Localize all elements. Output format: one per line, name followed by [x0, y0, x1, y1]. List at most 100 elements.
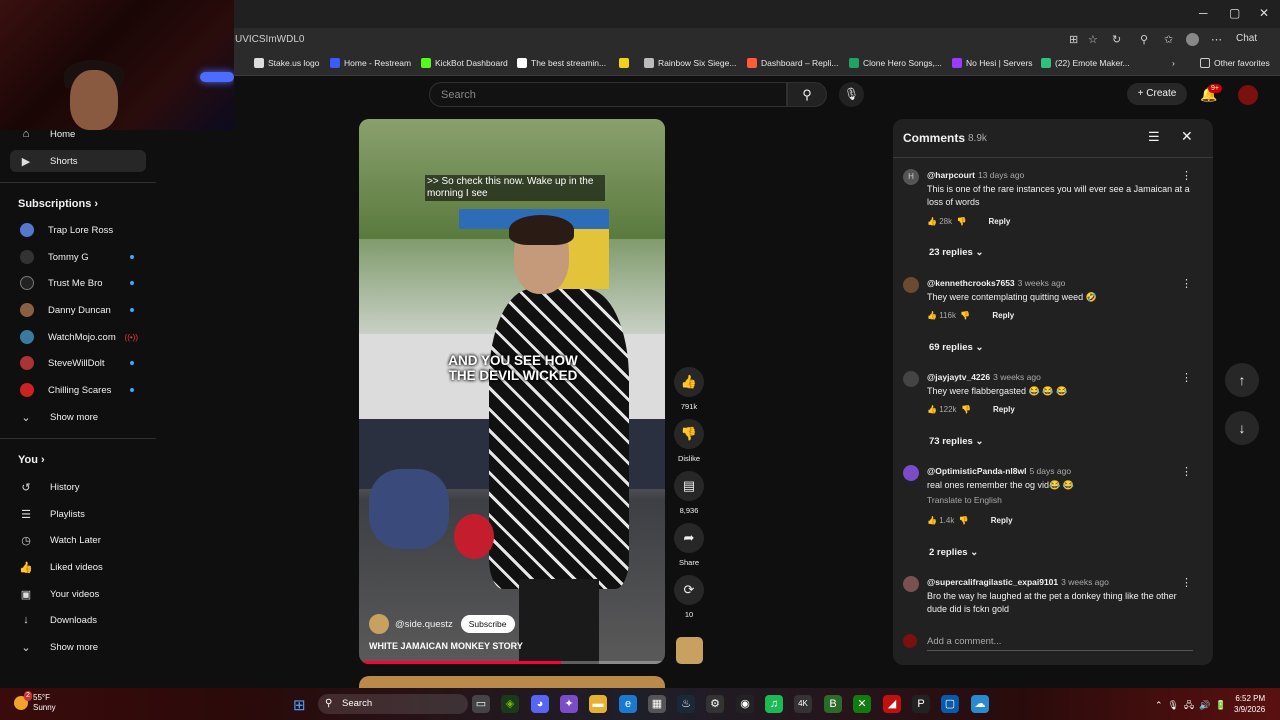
extensions-icon[interactable]: ⚲	[1140, 33, 1148, 46]
settings-icon[interactable]: ⚙	[706, 695, 724, 713]
comment-avatar[interactable]	[903, 465, 919, 481]
sidebar-sub-item[interactable]: Danny Duncan	[10, 299, 146, 321]
sidebar-item-your-videos[interactable]: ▣ Your videos	[10, 583, 146, 605]
sidebar-item-liked-videos[interactable]: 👍 Liked videos	[10, 556, 146, 578]
minimize-icon[interactable]: ─	[1199, 6, 1208, 20]
app-window-icon[interactable]: ▢	[941, 695, 959, 713]
channel-avatar[interactable]	[369, 614, 389, 634]
comment-author[interactable]: @harpcourt 13 days ago	[927, 170, 1024, 180]
nvidia-icon[interactable]: ◈	[501, 695, 519, 713]
sidebar-sub-item[interactable]: Trust Me Bro	[10, 272, 146, 294]
thumbs-up-icon[interactable]: 👍	[927, 516, 937, 525]
comment-avatar[interactable]	[903, 277, 919, 293]
copilot-chat-button[interactable]: Chat	[1236, 33, 1257, 44]
reply-button[interactable]: Reply	[991, 516, 1013, 525]
thumbs-up-icon[interactable]: 👍	[927, 405, 937, 414]
steam-icon[interactable]: ♨	[677, 695, 695, 713]
windows-start-icon[interactable]: ⊞	[293, 696, 306, 714]
account-avatar[interactable]	[1238, 85, 1258, 105]
comment-menu-icon[interactable]: ⋮	[1181, 371, 1192, 384]
thumbs-up-icon[interactable]: 👍	[927, 217, 937, 226]
bookmark[interactable]: Stake.us logo	[254, 58, 320, 68]
create-button[interactable]: + Create	[1127, 83, 1187, 105]
sidebar-item-shorts[interactable]: ▶ Shorts	[10, 150, 146, 172]
comment-author[interactable]: @kennethcrooks7653 3 weeks ago	[927, 278, 1065, 288]
sidebar-item-history[interactable]: ↺ History	[10, 476, 146, 498]
subscriptions-heading[interactable]: Subscriptions ›	[18, 198, 98, 210]
comment-menu-icon[interactable]: ⋮	[1181, 277, 1192, 290]
reply-button[interactable]: Reply	[993, 405, 1015, 414]
copilot-icon[interactable]: ✦	[560, 695, 578, 713]
bookmark[interactable]: KickBot Dashboard	[421, 58, 508, 68]
taskbar-search[interactable]: ⚲ Search	[318, 694, 468, 714]
app-p-icon[interactable]: P	[912, 695, 930, 713]
bookmark[interactable]: No Hesi | Servers	[952, 58, 1032, 68]
comment-avatar[interactable]: H	[903, 169, 919, 185]
thumbs-down-icon[interactable]: 👎	[961, 405, 971, 414]
weather-widget[interactable]: 2 55°F Sunny	[14, 691, 56, 713]
bookmark[interactable]: Clone Hero Songs,...	[849, 58, 942, 68]
comment-avatar[interactable]	[903, 371, 919, 387]
app-cloud-icon[interactable]: ☁	[971, 695, 989, 713]
racing-app-icon[interactable]: ◢	[883, 695, 901, 713]
sidebar-sub-item[interactable]: SteveWillDolt	[10, 352, 146, 374]
app-b-icon[interactable]: B	[824, 695, 842, 713]
discord-icon[interactable]: ◕	[531, 695, 549, 713]
clock[interactable]: 6:52 PM 3/9/2026	[1234, 693, 1265, 715]
view-replies-button[interactable]: 73 replies ⌄	[929, 436, 983, 447]
subscribe-button[interactable]: Subscribe	[460, 615, 515, 633]
comment-author[interactable]: @supercalifragilastic_expai9101 3 weeks a…	[927, 577, 1109, 587]
search-button[interactable]: ⚲	[787, 82, 827, 107]
view-replies-button[interactable]: 2 replies ⌄	[929, 547, 978, 558]
url-text[interactable]: UVICSImWDL0	[235, 34, 304, 45]
thumbs-up-icon[interactable]: 👍	[927, 311, 937, 320]
sidebar-sub-item[interactable]: Chilling Scares	[10, 379, 146, 401]
refresh-icon[interactable]: ↻	[1112, 33, 1121, 46]
menu-dots-icon[interactable]: ⋯	[1211, 33, 1222, 46]
bookmark[interactable]: Home - Restream	[330, 58, 411, 68]
bookmark[interactable]: (22) Emote Maker...	[1041, 58, 1130, 68]
view-replies-button[interactable]: 23 replies ⌄	[929, 247, 983, 258]
sidebar-sub-item[interactable]: WatchMojo.com ((•))	[10, 326, 146, 348]
comment-avatar[interactable]	[903, 576, 919, 592]
channel-name[interactable]: @side.questz	[395, 619, 453, 630]
sidebar-sub-item[interactable]: Tommy G	[10, 246, 146, 268]
sound-thumbnail[interactable]	[676, 637, 703, 664]
comment-menu-icon[interactable]: ⋮	[1181, 465, 1192, 478]
obs-icon[interactable]: ◉	[736, 695, 754, 713]
search-input[interactable]: Search	[429, 82, 787, 107]
short-video-player[interactable]: >> So check this now. Wake up in the mor…	[359, 119, 665, 664]
sidebar-item-downloads[interactable]: ↓ Downloads	[10, 609, 146, 631]
edge-icon[interactable]: e	[619, 695, 637, 713]
progress-bar[interactable]	[359, 661, 665, 664]
bookmark[interactable]: Dashboard – Repli...	[747, 58, 839, 68]
you-heading[interactable]: You ›	[18, 454, 45, 466]
system-tray[interactable]: ⌃ 🎙 🖧 🔊 🔋	[1155, 698, 1226, 714]
dislike-button[interactable]: 👎 Dislike	[674, 419, 704, 463]
favorite-star-icon[interactable]: ☆	[1088, 33, 1098, 46]
add-comment-input[interactable]: Add a comment...	[903, 634, 1203, 651]
close-icon[interactable]: ✕	[1181, 128, 1193, 145]
show-more-subscriptions[interactable]: ⌄ Show more	[10, 406, 146, 428]
previous-short-button[interactable]: ↑	[1225, 363, 1259, 397]
xbox-icon[interactable]: ✕	[853, 695, 871, 713]
reply-button[interactable]: Reply	[992, 311, 1014, 320]
comments-button[interactable]: ▤ 8,936	[674, 471, 704, 515]
sort-icon[interactable]: ☰	[1148, 129, 1160, 145]
bookmark[interactable]	[619, 58, 629, 68]
comment-author[interactable]: @OptimisticPanda-nl8wl 5 days ago	[927, 466, 1071, 476]
close-window-icon[interactable]: ✕	[1259, 6, 1269, 20]
sidebar-item-watch-later[interactable]: ◷ Watch Later	[10, 529, 146, 551]
sidebar-item-playlists[interactable]: ☰ Playlists	[10, 503, 146, 525]
like-button[interactable]: 👍 791k	[674, 367, 704, 411]
favorites-icon[interactable]: ✩	[1164, 33, 1173, 46]
next-short-button[interactable]: ↓	[1225, 411, 1259, 445]
store-icon[interactable]: ▦	[648, 695, 666, 713]
thumbs-down-icon[interactable]: 👎	[960, 311, 970, 320]
reader-icon[interactable]: ⊞	[1069, 33, 1078, 46]
comment-author[interactable]: @jayjaytv_4226 3 weeks ago	[927, 372, 1041, 382]
view-replies-button[interactable]: 69 replies ⌄	[929, 342, 983, 353]
bookmark[interactable]: The best streamin...	[517, 58, 606, 68]
file-explorer-icon[interactable]: ▬	[589, 695, 607, 713]
bookmarks-overflow-icon[interactable]: ›	[1172, 58, 1175, 68]
